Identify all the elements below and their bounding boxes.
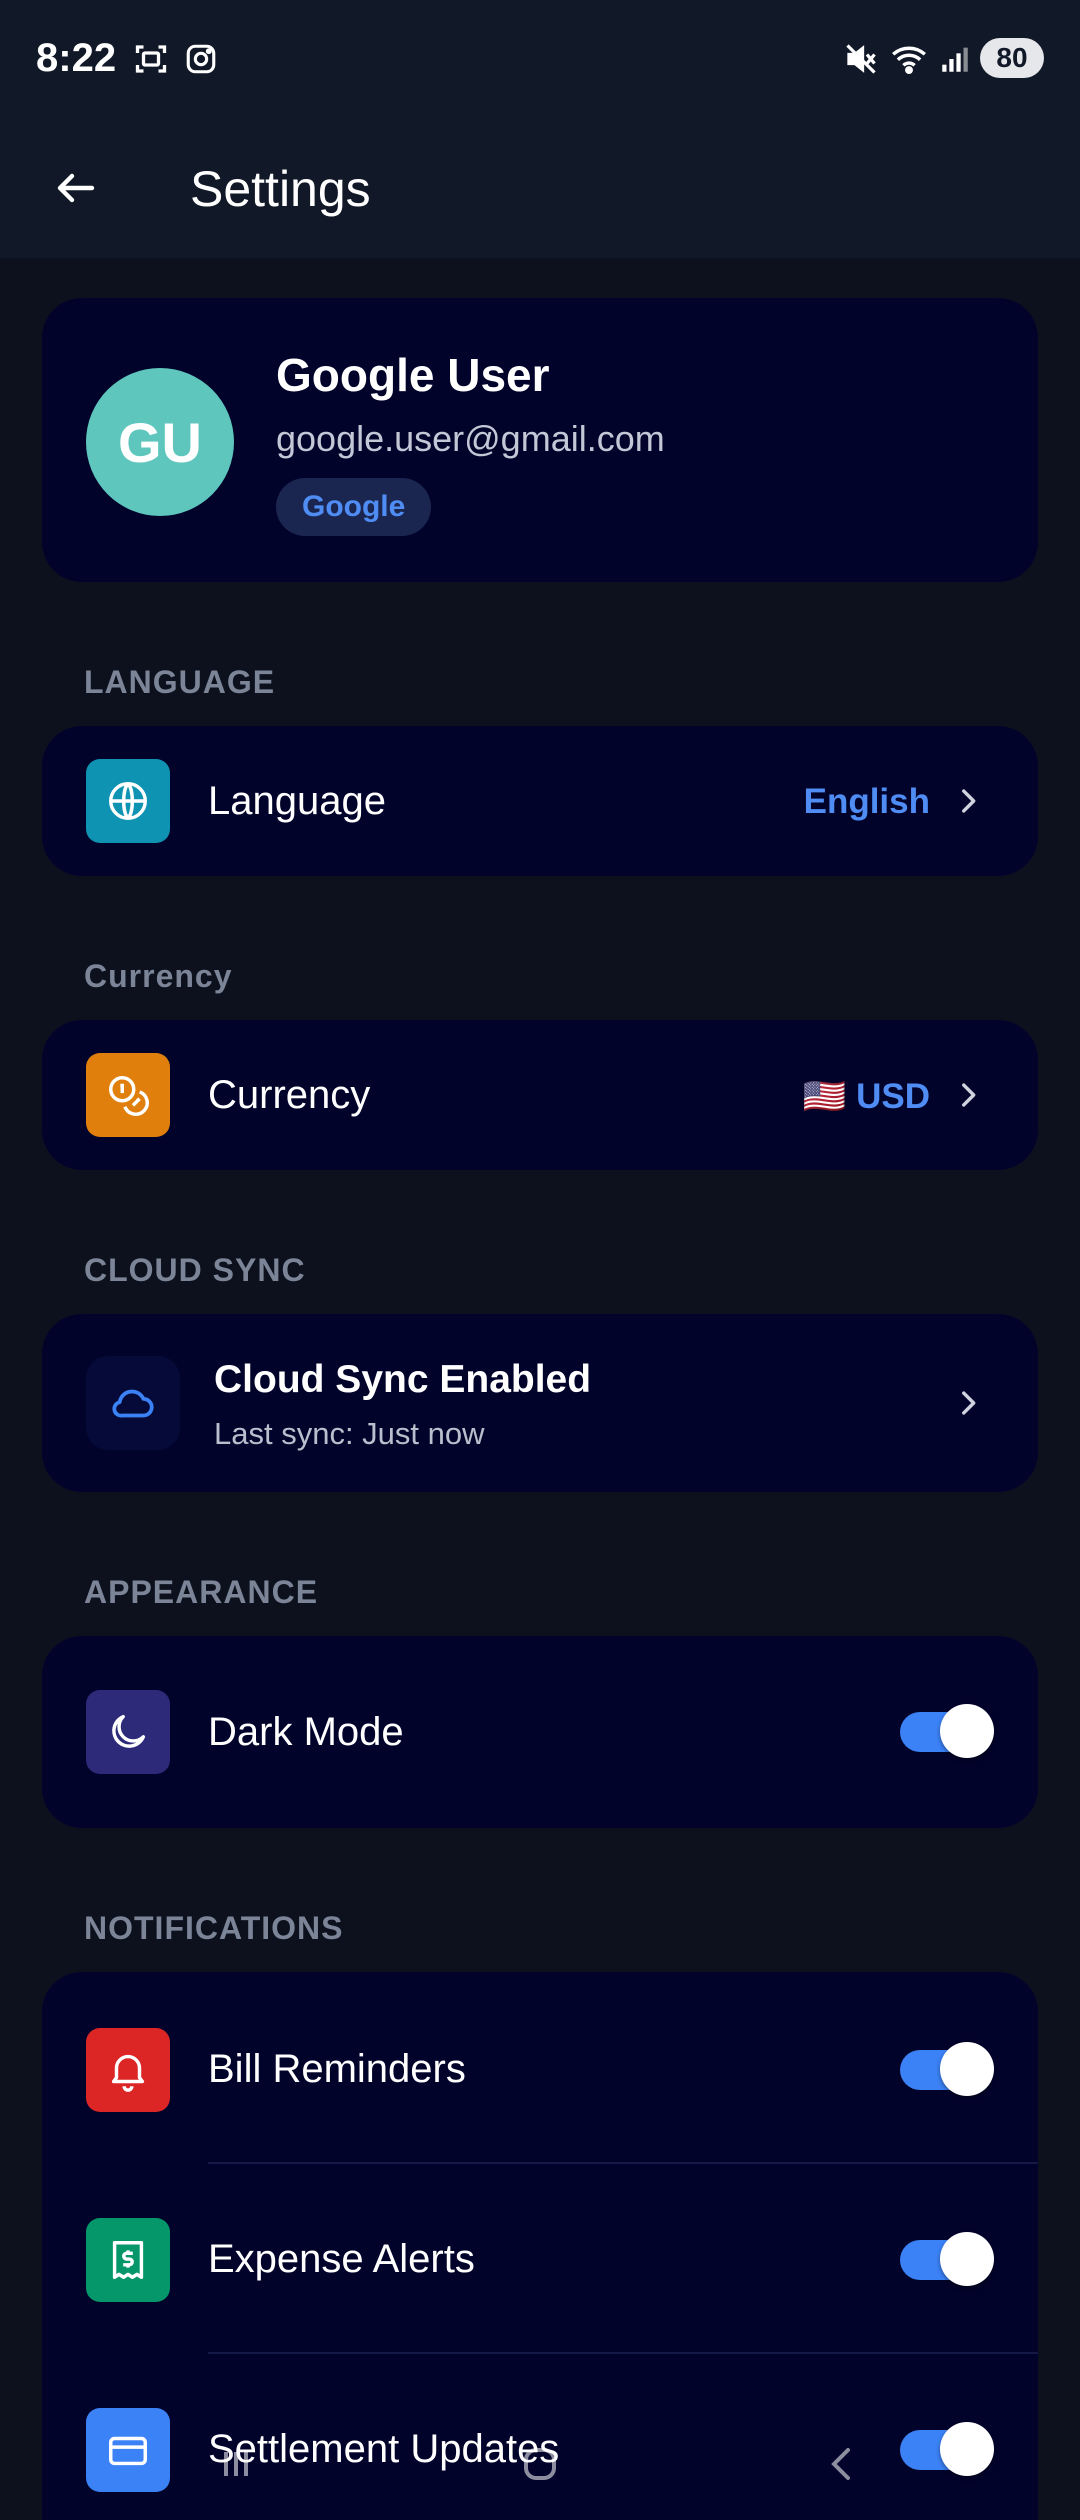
globe-icon <box>86 759 170 843</box>
dark-mode-toggle[interactable] <box>900 1704 994 1758</box>
toggle-knob <box>940 2422 994 2476</box>
recent-apps-icon[interactable] <box>196 2424 276 2504</box>
moon-icon <box>86 1690 170 1774</box>
currency-label: Currency <box>208 1073 371 1117</box>
currency-value: 🇺🇸 USD <box>803 1076 930 1117</box>
dark-mode-label: Dark Mode <box>208 1710 404 1754</box>
bill-reminders-row: Bill Reminders <box>42 1972 1038 2162</box>
card-icon <box>86 2408 170 2492</box>
currency-code: USD <box>856 1077 930 1116</box>
mute-icon <box>842 40 880 78</box>
section-header-appearance: APPEARANCE <box>84 1574 319 1610</box>
profile-email: google.user@gmail.com <box>276 418 665 459</box>
dark-mode-row: Dark Mode <box>42 1636 1038 1828</box>
section-header-notifications: NOTIFICATIONS <box>84 1910 344 1946</box>
currency-row[interactable]: Currency 🇺🇸 USD <box>42 1020 1038 1170</box>
currency-card: Currency 🇺🇸 USD <box>42 1020 1038 1170</box>
chevron-right-icon <box>948 1075 988 1115</box>
notification-label: Expense Alerts <box>208 2237 475 2281</box>
language-card: Language English <box>42 726 1038 876</box>
section-header-cloud-sync: CLOUD SYNC <box>84 1252 306 1288</box>
appearance-card: Dark Mode <box>42 1636 1038 1828</box>
expense-alerts-toggle[interactable] <box>900 2232 994 2286</box>
notification-label: Bill Reminders <box>208 2047 466 2091</box>
receipt-icon <box>86 2218 170 2302</box>
profile-name: Google User <box>276 349 550 401</box>
back-nav-icon[interactable] <box>802 2424 882 2504</box>
chevron-right-icon <box>948 1383 988 1423</box>
language-row[interactable]: Language English <box>42 726 1038 876</box>
toggle-knob <box>940 1704 994 1758</box>
language-label: Language <box>208 779 386 823</box>
provider-badge: Google <box>276 478 432 536</box>
home-icon[interactable] <box>500 2424 580 2504</box>
settlement-updates-toggle[interactable] <box>900 2422 994 2476</box>
section-header-currency: Currency <box>84 958 233 994</box>
signal-icon <box>936 40 974 78</box>
profile-card[interactable]: GU Google User google.user@gmail.com Goo… <box>42 298 1038 582</box>
expense-alerts-row: Expense Alerts <box>42 2162 1038 2352</box>
cloud-icon <box>86 1356 180 1450</box>
instagram-icon <box>182 40 220 78</box>
toggle-knob <box>940 2232 994 2286</box>
toggle-knob <box>940 2042 994 2096</box>
bill-reminders-toggle[interactable] <box>900 2042 994 2096</box>
avatar: GU <box>86 368 234 516</box>
screenshot-icon <box>132 40 170 78</box>
cloud-sync-card: Cloud Sync Enabled Last sync: Just now <box>42 1314 1038 1492</box>
cloud-sync-title: Cloud Sync Enabled <box>214 1358 592 1401</box>
language-value: English <box>803 782 930 821</box>
us-flag-icon: 🇺🇸 <box>802 1077 847 1116</box>
status-bar: 8:22 80 <box>0 0 1080 122</box>
chevron-right-icon <box>948 781 988 821</box>
coins-icon <box>86 1053 170 1137</box>
wifi-icon <box>890 40 928 78</box>
back-button[interactable] <box>40 152 112 224</box>
cloud-sync-row[interactable]: Cloud Sync Enabled Last sync: Just now <box>42 1314 1038 1492</box>
page-title: Settings <box>190 161 371 217</box>
settings-screen: 8:22 80 Settings GU Google User google.u… <box>0 0 1080 2520</box>
cloud-sync-subtitle: Last sync: Just now <box>214 1416 485 1451</box>
battery-indicator: 80 <box>980 38 1044 78</box>
bell-icon <box>86 2028 170 2112</box>
app-bar: Settings <box>0 122 1080 258</box>
status-time: 8:22 <box>36 36 117 80</box>
arrow-left-icon <box>57 173 95 203</box>
section-header-language: LANGUAGE <box>84 664 276 700</box>
